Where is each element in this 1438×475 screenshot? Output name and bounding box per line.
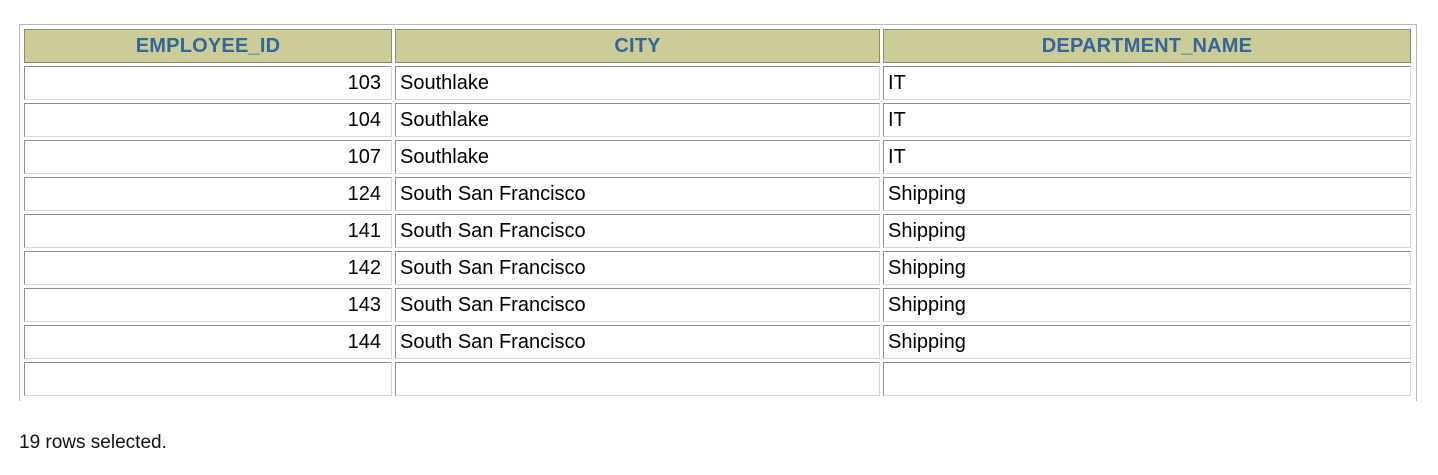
cell-employee-id: 124	[24, 177, 392, 211]
table-row: 144 South San Francisco Shipping	[24, 325, 1411, 359]
column-header-department-name: DEPARTMENT_NAME	[883, 29, 1411, 63]
cell-city: Southlake	[395, 140, 880, 174]
cell-city: Southlake	[395, 103, 880, 137]
table-row: 103 Southlake IT	[24, 66, 1411, 100]
column-header-employee-id: EMPLOYEE_ID	[24, 29, 392, 63]
cell-department-name	[883, 362, 1411, 396]
cell-employee-id: 143	[24, 288, 392, 322]
table-row	[24, 362, 1411, 396]
cell-department-name: IT	[883, 140, 1411, 174]
cell-employee-id: 141	[24, 214, 392, 248]
table-row: 107 Southlake IT	[24, 140, 1411, 174]
cell-department-name: Shipping	[883, 288, 1411, 322]
cell-employee-id: 144	[24, 325, 392, 359]
table-row: 124 South San Francisco Shipping	[24, 177, 1411, 211]
table-header-row: EMPLOYEE_ID CITY DEPARTMENT_NAME	[24, 29, 1411, 63]
cell-employee-id	[24, 362, 392, 396]
cell-city: South San Francisco	[395, 251, 880, 285]
cell-department-name: Shipping	[883, 251, 1411, 285]
cell-department-name: Shipping	[883, 325, 1411, 359]
cell-city: South San Francisco	[395, 177, 880, 211]
column-header-city: CITY	[395, 29, 880, 63]
cell-city: South San Francisco	[395, 325, 880, 359]
cell-department-name: IT	[883, 66, 1411, 100]
table-row: 143 South San Francisco Shipping	[24, 288, 1411, 322]
cell-city: South San Francisco	[395, 288, 880, 322]
table-row: 142 South San Francisco Shipping	[24, 251, 1411, 285]
cell-employee-id: 103	[24, 66, 392, 100]
cell-city	[395, 362, 880, 396]
cell-city: South San Francisco	[395, 214, 880, 248]
rows-selected-status: 19 rows selected.	[19, 432, 167, 453]
cell-employee-id: 107	[24, 140, 392, 174]
cell-employee-id: 142	[24, 251, 392, 285]
cell-department-name: Shipping	[883, 177, 1411, 211]
cell-department-name: IT	[883, 103, 1411, 137]
cell-employee-id: 104	[24, 103, 392, 137]
results-table: EMPLOYEE_ID CITY DEPARTMENT_NAME 103 Sou…	[21, 26, 1414, 399]
table-row: 141 South San Francisco Shipping	[24, 214, 1411, 248]
results-table-frame: EMPLOYEE_ID CITY DEPARTMENT_NAME 103 Sou…	[19, 24, 1417, 401]
cell-city: Southlake	[395, 66, 880, 100]
table-row: 104 Southlake IT	[24, 103, 1411, 137]
cell-department-name: Shipping	[883, 214, 1411, 248]
